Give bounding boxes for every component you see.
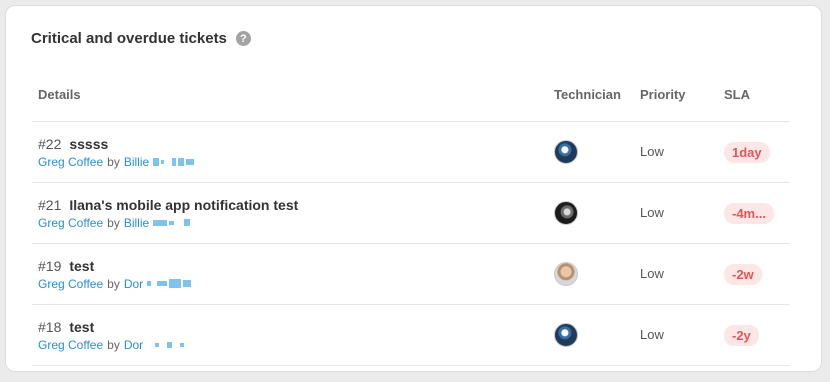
table-row[interactable]: #18 test Greg Coffee by Dor Low -2y [32,305,790,366]
technician-cell [548,201,636,225]
technician-avatar[interactable] [554,323,578,347]
priority-cell: Low [636,204,724,222]
ticket-line: #19 test [38,258,548,274]
redacted-name [153,218,192,228]
assignee-link[interactable]: Billie [124,155,149,169]
ticket-title[interactable]: test [69,258,94,274]
ticket-id: #21 [38,196,62,213]
sla-cell: 1day [724,141,790,163]
priority-cell: Low [636,326,724,344]
technician-avatar[interactable] [554,262,578,286]
requester-link[interactable]: Greg Coffee [38,338,103,352]
table-row[interactable]: #22 sssss Greg Coffee by Billie Low 1day [32,122,790,183]
by-label: by [107,154,120,169]
ticket-title[interactable]: sssss [69,136,108,152]
priority-value: Low [640,327,664,342]
header-priority: Priority [640,87,686,102]
technician-avatar[interactable] [554,201,578,225]
by-label: by [107,337,120,352]
priority-value: Low [640,144,664,159]
sla-cell: -2y [724,324,790,346]
ticket-details: #21 Ilana's mobile app notification test… [32,197,548,230]
sla-badge: -4m... [724,202,774,224]
help-circle-icon[interactable]: ? [235,31,251,46]
requester-link[interactable]: Greg Coffee [38,216,103,230]
header-details: Details [38,87,81,102]
ticket-meta: Greg Coffee by Dor [38,277,548,291]
ticket-id: #19 [38,257,62,274]
ticket-title[interactable]: test [69,319,94,335]
sla-badge: 1day [724,141,770,163]
widget-title: Critical and overdue tickets [31,30,227,47]
ticket-id: #22 [38,135,62,152]
requester-link[interactable]: Greg Coffee [38,277,103,291]
sla-badge: -2y [724,324,759,346]
by-label: by [107,276,120,291]
redacted-name [153,157,196,167]
assignee-link[interactable]: Dor [124,277,143,291]
sla-cell: -2w [724,263,790,285]
redacted-name [147,279,193,289]
ticket-title[interactable]: Ilana's mobile app notification test [69,197,298,213]
priority-value: Low [640,266,664,281]
ticket-details: #22 sssss Greg Coffee by Billie [32,136,548,169]
ticket-line: #22 sssss [38,136,548,152]
priority-cell: Low [636,265,724,283]
by-label: by [107,215,120,230]
sla-badge: -2w [724,263,762,285]
ticket-meta: Greg Coffee by Dor [38,338,548,352]
priority-cell: Low [636,143,724,161]
assignee-link[interactable]: Billie [124,216,149,230]
ticket-line: #21 Ilana's mobile app notification test [38,197,548,213]
technician-cell [548,323,636,347]
ticket-meta: Greg Coffee by Billie [38,216,548,230]
table-header: Details Technician Priority SLA [32,68,790,122]
technician-cell [548,262,636,286]
redacted-name [147,340,186,350]
requester-link[interactable]: Greg Coffee [38,155,103,169]
technician-avatar[interactable] [554,140,578,164]
ticket-details: #19 test Greg Coffee by Dor [32,258,548,291]
tickets-table: Details Technician Priority SLA #22 ssss… [32,68,790,366]
widget-header: Critical and overdue tickets ? [31,30,251,47]
technician-cell [548,140,636,164]
priority-value: Low [640,205,664,220]
ticket-meta: Greg Coffee by Billie [38,155,548,169]
header-sla: SLA [724,87,750,102]
ticket-details: #18 test Greg Coffee by Dor [32,319,548,352]
sla-cell: -4m... [724,202,790,224]
table-row[interactable]: #21 Ilana's mobile app notification test… [32,183,790,244]
ticket-id: #18 [38,318,62,335]
table-row[interactable]: #19 test Greg Coffee by Dor Low -2w [32,244,790,305]
header-technician: Technician [554,87,621,102]
critical-overdue-widget: Critical and overdue tickets ? Details T… [5,5,822,372]
ticket-line: #18 test [38,319,548,335]
assignee-link[interactable]: Dor [124,338,143,352]
